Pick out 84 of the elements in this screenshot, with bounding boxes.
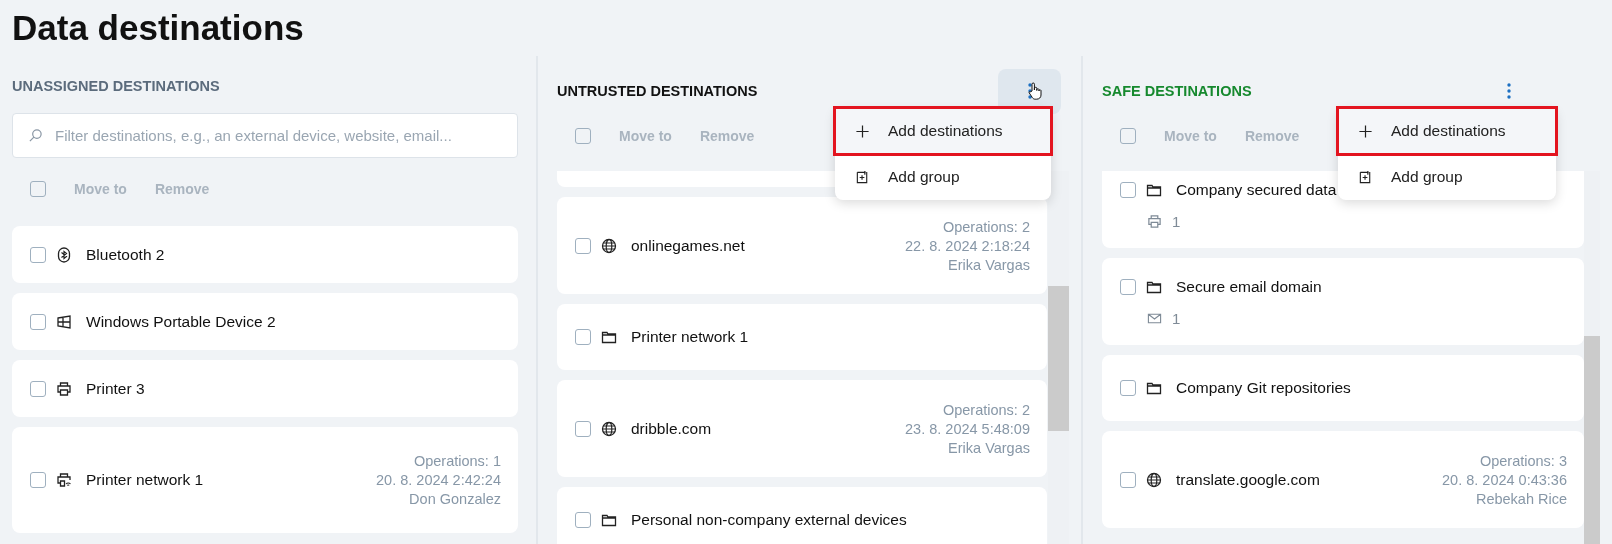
folder-icon bbox=[601, 329, 617, 345]
printer-icon bbox=[56, 380, 72, 397]
destination-name: Company secured data bbox=[1176, 181, 1337, 199]
item-checkbox[interactable] bbox=[1120, 182, 1136, 198]
destination-meta: Operations: 2 bbox=[942, 218, 1030, 235]
destination-card[interactable]: Secure email domain 1 bbox=[1102, 258, 1584, 345]
destination-card[interactable]: translate.google.com Operations: 3 20. 8. 2024 0:43:36 Rebekah Rice bbox=[1102, 431, 1584, 528]
folder-icon bbox=[1146, 279, 1162, 295]
item-checkbox[interactable] bbox=[575, 420, 591, 437]
destination-meta: 20. 8. 2024 2:42:24 bbox=[376, 472, 501, 488]
destination-card[interactable]: dribble.com Operations: 2 23. 8. 2024 5:48:09 Erika Vargas bbox=[557, 380, 1047, 477]
printer-icon bbox=[1147, 214, 1162, 229]
destination-card[interactable]: Bluetooth 2 bbox=[12, 226, 518, 283]
column-title: UNASSIGNED DESTINATIONS bbox=[12, 78, 220, 94]
scrollbar-thumb[interactable] bbox=[1584, 336, 1600, 544]
destination-card[interactable]: Personal non-company external devices bbox=[557, 487, 1047, 544]
globe-icon bbox=[601, 237, 617, 254]
destination-card[interactable]: Printer network 1 Operations: 1 20. 8. 2024 2:42:24 Don Gonzalez bbox=[12, 427, 518, 533]
network-printer-icon bbox=[56, 472, 72, 488]
select-all-checkbox[interactable] bbox=[575, 128, 591, 144]
destination-name: Printer network 1 bbox=[86, 471, 204, 489]
more-icon bbox=[1506, 83, 1511, 99]
item-checkbox[interactable] bbox=[575, 329, 591, 345]
destination-meta: Rebekah Rice bbox=[1475, 490, 1567, 507]
destination-name: Company Git repositories bbox=[1176, 379, 1351, 397]
page-title: Data destinations bbox=[11, 7, 305, 49]
destination-count: 1 bbox=[1172, 310, 1181, 327]
destination-meta: 22. 8. 2024 2:18:24 bbox=[905, 237, 1030, 254]
menu-item[interactable]: Add destinations bbox=[1338, 108, 1556, 154]
globe-icon bbox=[1146, 471, 1162, 488]
destination-count: 1 bbox=[1172, 213, 1181, 230]
destination-name: Bluetooth 2 bbox=[86, 245, 165, 264]
hand-cursor-icon bbox=[1028, 82, 1042, 100]
destination-meta: Operations: 2 bbox=[942, 401, 1030, 418]
destination-card[interactable]: Printer network 1 bbox=[557, 304, 1047, 370]
destination-name: onlinegames.net bbox=[631, 236, 745, 255]
search-field[interactable]: Filter destinations, e.g., an external device, website, email... bbox=[12, 113, 518, 158]
folder-icon bbox=[1146, 182, 1162, 198]
item-checkbox[interactable] bbox=[1120, 471, 1136, 488]
destination-card[interactable]: Company Git repositories bbox=[1102, 355, 1584, 421]
select-all-checkbox[interactable] bbox=[30, 181, 46, 197]
item-checkbox[interactable] bbox=[575, 237, 591, 254]
item-checkbox[interactable] bbox=[30, 380, 46, 397]
windows-icon bbox=[56, 313, 72, 330]
destination-name: Secure email domain bbox=[1176, 278, 1322, 296]
item-checkbox[interactable] bbox=[30, 472, 46, 488]
destination-meta: Don Gonzalez bbox=[409, 491, 501, 507]
destination-meta: Erika Vargas bbox=[948, 256, 1030, 273]
mail-icon bbox=[1147, 311, 1162, 326]
folder-icon bbox=[1146, 380, 1162, 396]
scrollbar-thumb[interactable] bbox=[1048, 286, 1069, 431]
column-title: UNTRUSTED DESTINATIONS bbox=[557, 83, 758, 99]
destination-card[interactable]: Printer 3 bbox=[12, 360, 518, 417]
destination-meta: Operations: 3 bbox=[1479, 452, 1567, 469]
add-group-icon bbox=[855, 169, 870, 185]
item-checkbox[interactable] bbox=[575, 512, 591, 528]
plus-icon bbox=[855, 123, 870, 139]
destination-name: Printer 3 bbox=[86, 379, 145, 398]
globe-icon bbox=[601, 420, 617, 437]
menu-item[interactable]: Add group bbox=[835, 154, 1051, 200]
destination-name: translate.google.com bbox=[1176, 470, 1320, 489]
destination-card[interactable]: onlinegames.net Operations: 2 22. 8. 2024 2:18:24 Erika Vargas bbox=[557, 197, 1047, 294]
select-all-checkbox[interactable] bbox=[1120, 128, 1136, 144]
destination-meta: 20. 8. 2024 0:43:36 bbox=[1442, 471, 1567, 488]
destination-meta: Erika Vargas bbox=[948, 439, 1030, 456]
destination-meta: 23. 8. 2024 5:48:09 bbox=[905, 420, 1030, 437]
destination-meta: Operations: 1 bbox=[413, 453, 501, 469]
destination-name: Windows Portable Device 2 bbox=[86, 312, 276, 331]
item-checkbox[interactable] bbox=[1120, 380, 1136, 396]
item-checkbox[interactable] bbox=[1120, 279, 1136, 295]
destination-card[interactable]: Windows Portable Device 2 bbox=[12, 293, 518, 350]
destination-name: Printer network 1 bbox=[631, 328, 749, 346]
add-group-icon bbox=[1358, 169, 1373, 185]
destination-name: Personal non-company external devices bbox=[631, 511, 907, 529]
bluetooth-icon bbox=[56, 246, 72, 263]
folder-icon bbox=[601, 512, 617, 528]
menu-item[interactable]: Add destinations bbox=[835, 108, 1051, 154]
item-checkbox[interactable] bbox=[30, 246, 46, 263]
search-icon bbox=[28, 128, 43, 143]
more-icon bbox=[1027, 83, 1032, 99]
column-title: SAFE DESTINATIONS bbox=[1102, 83, 1252, 99]
plus-icon bbox=[1358, 123, 1373, 139]
item-checkbox[interactable] bbox=[30, 313, 46, 330]
destination-name: dribble.com bbox=[631, 419, 712, 438]
